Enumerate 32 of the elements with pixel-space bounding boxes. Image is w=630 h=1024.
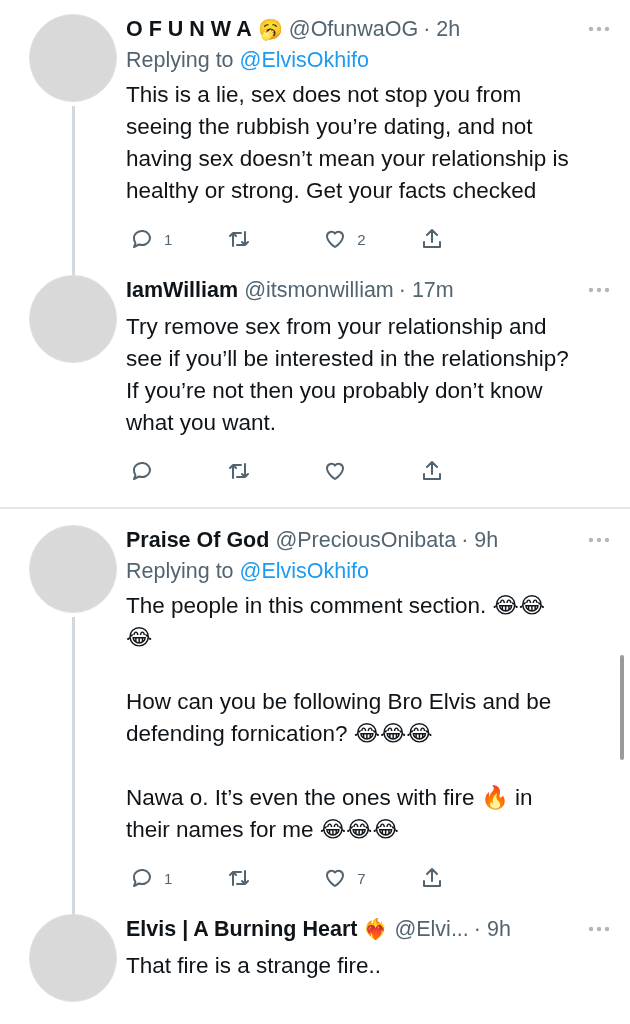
reply-icon[interactable] xyxy=(130,227,154,251)
tweet-text: Nawa o. It’s even the ones with fire 🔥 in their names for me 😂😂😂 xyxy=(126,784,534,844)
tweet-time: · 17m xyxy=(398,277,454,303)
user-handle: @OfunwaOG xyxy=(288,16,419,42)
mention-link[interactable]: @ElvisOkhifo xyxy=(239,559,369,583)
user-name: Praise Of God xyxy=(126,527,270,553)
tweet-time: · 2h xyxy=(423,16,461,42)
user-name: IamWilliam xyxy=(126,277,239,303)
name-emoji: ❤‍🔥 xyxy=(363,917,389,941)
tweet-text: Try remove sex from your relationship and see if you’ll be interested in the relationship? If you’re not then you probably don’t know what you want. xyxy=(126,313,570,437)
user-handle: @itsmonwilliam xyxy=(244,277,394,303)
tweet-text: That fire is a strange fire.. xyxy=(126,952,383,980)
reply-icon[interactable] xyxy=(130,866,154,890)
tweet-text: The people in this comment section. 😂😂😂 xyxy=(126,592,547,652)
tweet-text: How can you be following Bro Elvis and be defending fornication? 😂😂😂 xyxy=(126,688,553,748)
replying-label: Replying to xyxy=(126,48,234,72)
user-name: Elvis | A Burning Heart xyxy=(126,916,358,942)
replying-label: Replying to xyxy=(126,559,234,583)
user-name: O F U N W A xyxy=(126,16,252,42)
name-emoji: 🥱 xyxy=(257,17,283,41)
user-handle: @PreciousOnibata xyxy=(275,527,457,553)
tweet-text: This is a lie, sex does not stop you from seeing the rubbish you’re dating, and not having sex doesn’t mean your relationship is healthy or strong. Get your facts checked xyxy=(126,81,570,205)
reply-icon[interactable] xyxy=(130,459,154,483)
action-count: 1 xyxy=(164,869,173,887)
mention-link[interactable]: @ElvisOkhifo xyxy=(239,48,369,72)
action-count: 2 xyxy=(357,230,366,248)
user-handle: @Elvi... xyxy=(394,916,469,942)
scrollbar[interactable] xyxy=(620,655,624,760)
action-count: 7 xyxy=(357,869,366,887)
action-count: 1 xyxy=(164,230,173,248)
tweet-time: · 9h xyxy=(473,916,511,942)
tweet-time: · 9h xyxy=(461,527,499,553)
